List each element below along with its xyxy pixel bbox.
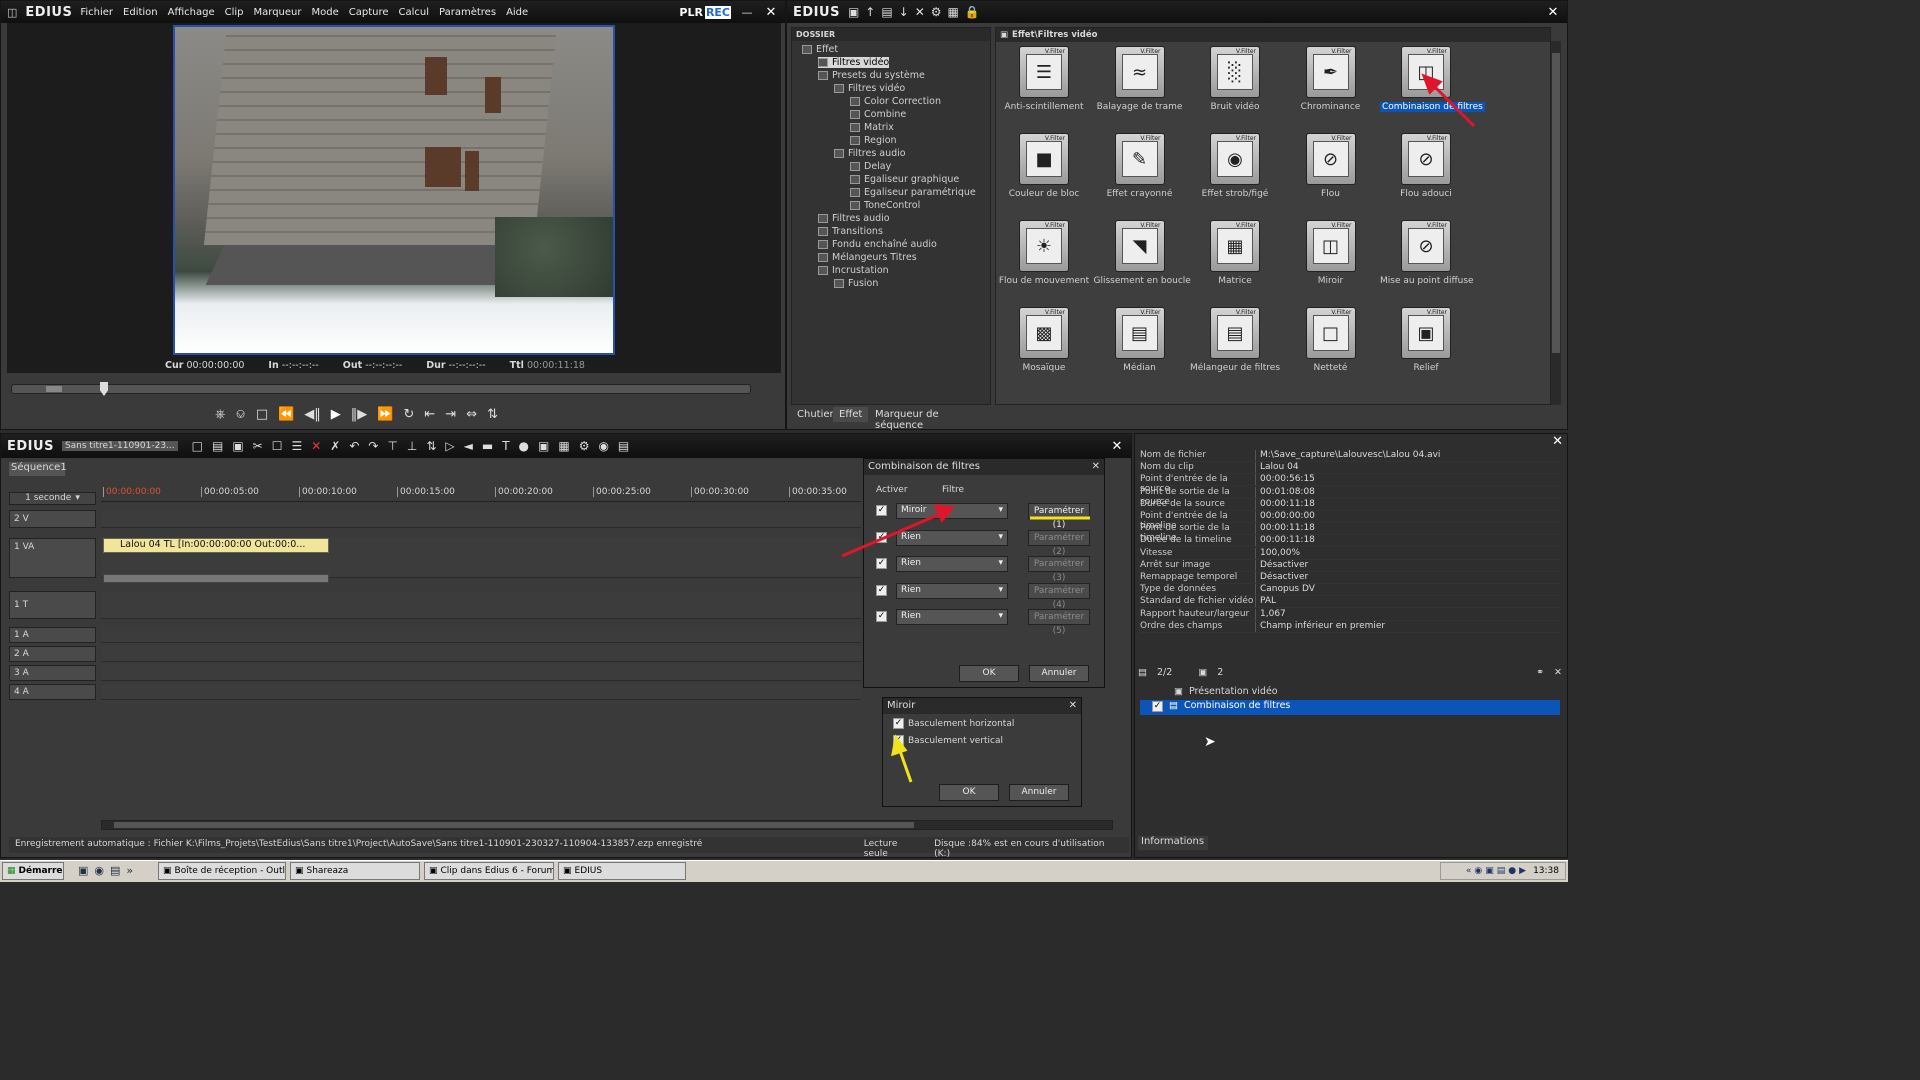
taskbar-item-label: Shareaza [306, 866, 349, 876]
quicklaunch-icons: ▣◉▤» [78, 864, 140, 877]
taskbar-item-label: Clip dans Edius 6 - Forum... [440, 866, 554, 876]
system-tray: «◉▣▤●▶ 13:38 [1440, 862, 1566, 880]
taskbar-item[interactable]: ▣ EDIUS [558, 862, 686, 880]
taskbar-item[interactable]: ▣ Shareaza [290, 862, 420, 880]
app-icon: ▣ [295, 866, 304, 876]
start-button[interactable]: ▦ Démarrer [2, 862, 64, 880]
app-icon: ▣ [163, 866, 172, 876]
app-icon: ▣ [563, 866, 572, 876]
red-arrow-combine [1421, 73, 1476, 128]
taskbar-item[interactable]: ▣ Clip dans Edius 6 - Forum... [424, 862, 554, 880]
taskbar-item-label: Boîte de réception - Outl... [174, 866, 286, 876]
clock: 13:38 [1533, 866, 1559, 876]
annotation-overlay [841, 73, 1476, 783]
tray-icons: «◉▣▤●▶ [1465, 866, 1530, 876]
app-icon: ▣ [429, 866, 438, 876]
windows-logo-icon: ▦ [7, 866, 16, 876]
taskbar-item[interactable]: ▣ Boîte de réception - Outl... [158, 862, 286, 880]
start-label: Démarrer [18, 866, 64, 876]
yellow-arrow-vertical [891, 734, 913, 783]
taskbar-item-label: EDIUS [574, 866, 603, 876]
red-arrow-miroir [841, 504, 955, 558]
